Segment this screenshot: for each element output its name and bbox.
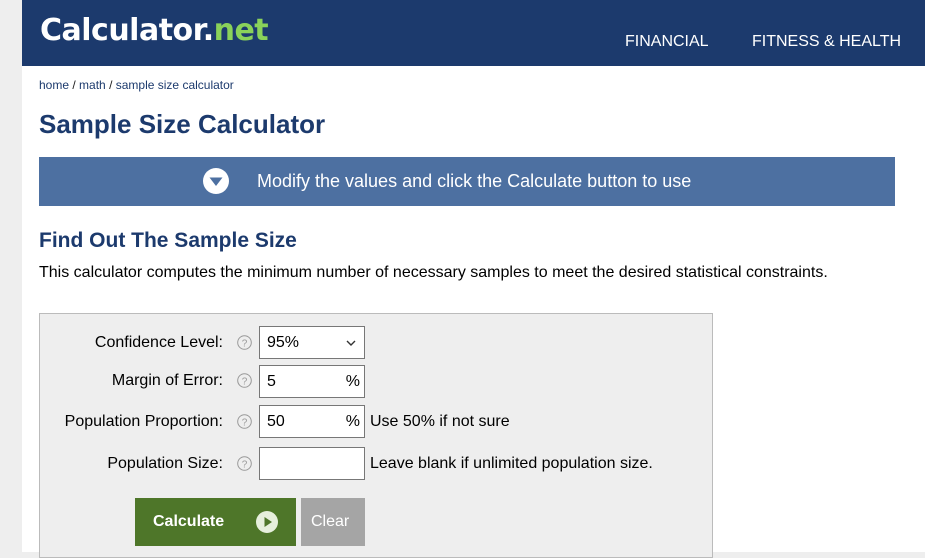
- population-size-input[interactable]: [259, 447, 365, 480]
- svg-text:?: ?: [242, 459, 248, 470]
- section-heading: Find Out The Sample Size: [39, 229, 297, 252]
- breadcrumb-current[interactable]: sample size calculator: [116, 78, 234, 92]
- calculate-button-label: Calculate: [153, 513, 225, 530]
- logo-dot: .: [202, 13, 214, 48]
- population-size-hint: Leave blank if unlimited population size…: [370, 455, 653, 472]
- population-proportion-value: 50: [267, 413, 285, 430]
- nav-fitness-health[interactable]: FITNESS & HEALTH: [752, 33, 901, 51]
- confidence-level-select[interactable]: 95%: [259, 326, 365, 359]
- svg-text:?: ?: [242, 417, 248, 428]
- confidence-level-value: 95%: [267, 334, 300, 351]
- breadcrumb: home / math / sample size calculator: [39, 78, 234, 92]
- margin-of-error-label: Margin of Error:: [111, 372, 223, 389]
- section-description: This calculator computes the minimum num…: [39, 264, 828, 281]
- help-icon[interactable]: ?: [237, 373, 252, 388]
- help-icon[interactable]: ?: [237, 456, 252, 471]
- logo-net: net: [213, 13, 269, 48]
- play-icon: [256, 511, 278, 533]
- help-icon[interactable]: ?: [237, 335, 252, 350]
- population-proportion-input[interactable]: 50 %: [259, 405, 365, 438]
- svg-text:?: ?: [242, 376, 248, 387]
- breadcrumb-separator: /: [69, 78, 80, 92]
- logo-text: Calculator: [40, 13, 203, 48]
- help-icon[interactable]: ?: [237, 414, 252, 429]
- chevron-down-icon: [346, 340, 356, 346]
- margin-of-error-value: 5: [267, 373, 276, 390]
- breadcrumb-home[interactable]: home: [39, 78, 69, 92]
- population-size-label: Population Size:: [107, 455, 223, 472]
- chevron-down-circle-icon[interactable]: [203, 168, 229, 194]
- clear-button-label: Clear: [311, 513, 350, 530]
- nav-financial[interactable]: FINANCIAL: [625, 33, 709, 51]
- clear-button[interactable]: Clear: [301, 498, 365, 546]
- svg-text:?: ?: [242, 338, 248, 349]
- instruction-banner[interactable]: Modify the values and click the Calculat…: [39, 157, 895, 206]
- population-proportion-hint: Use 50% if not sure: [370, 413, 510, 430]
- population-proportion-unit: %: [345, 413, 360, 430]
- banner-text: Modify the values and click the Calculat…: [257, 171, 692, 191]
- site-logo[interactable]: Calculator.net: [40, 13, 269, 48]
- population-proportion-label: Population Proportion:: [64, 413, 223, 430]
- confidence-level-label: Confidence Level:: [94, 334, 223, 351]
- margin-of-error-unit: %: [345, 373, 360, 390]
- breadcrumb-math[interactable]: math: [79, 78, 106, 92]
- page-title: Sample Size Calculator: [39, 109, 326, 139]
- margin-of-error-input[interactable]: 5 %: [259, 365, 365, 398]
- calculate-button[interactable]: Calculate: [135, 498, 296, 546]
- breadcrumb-separator: /: [105, 78, 116, 92]
